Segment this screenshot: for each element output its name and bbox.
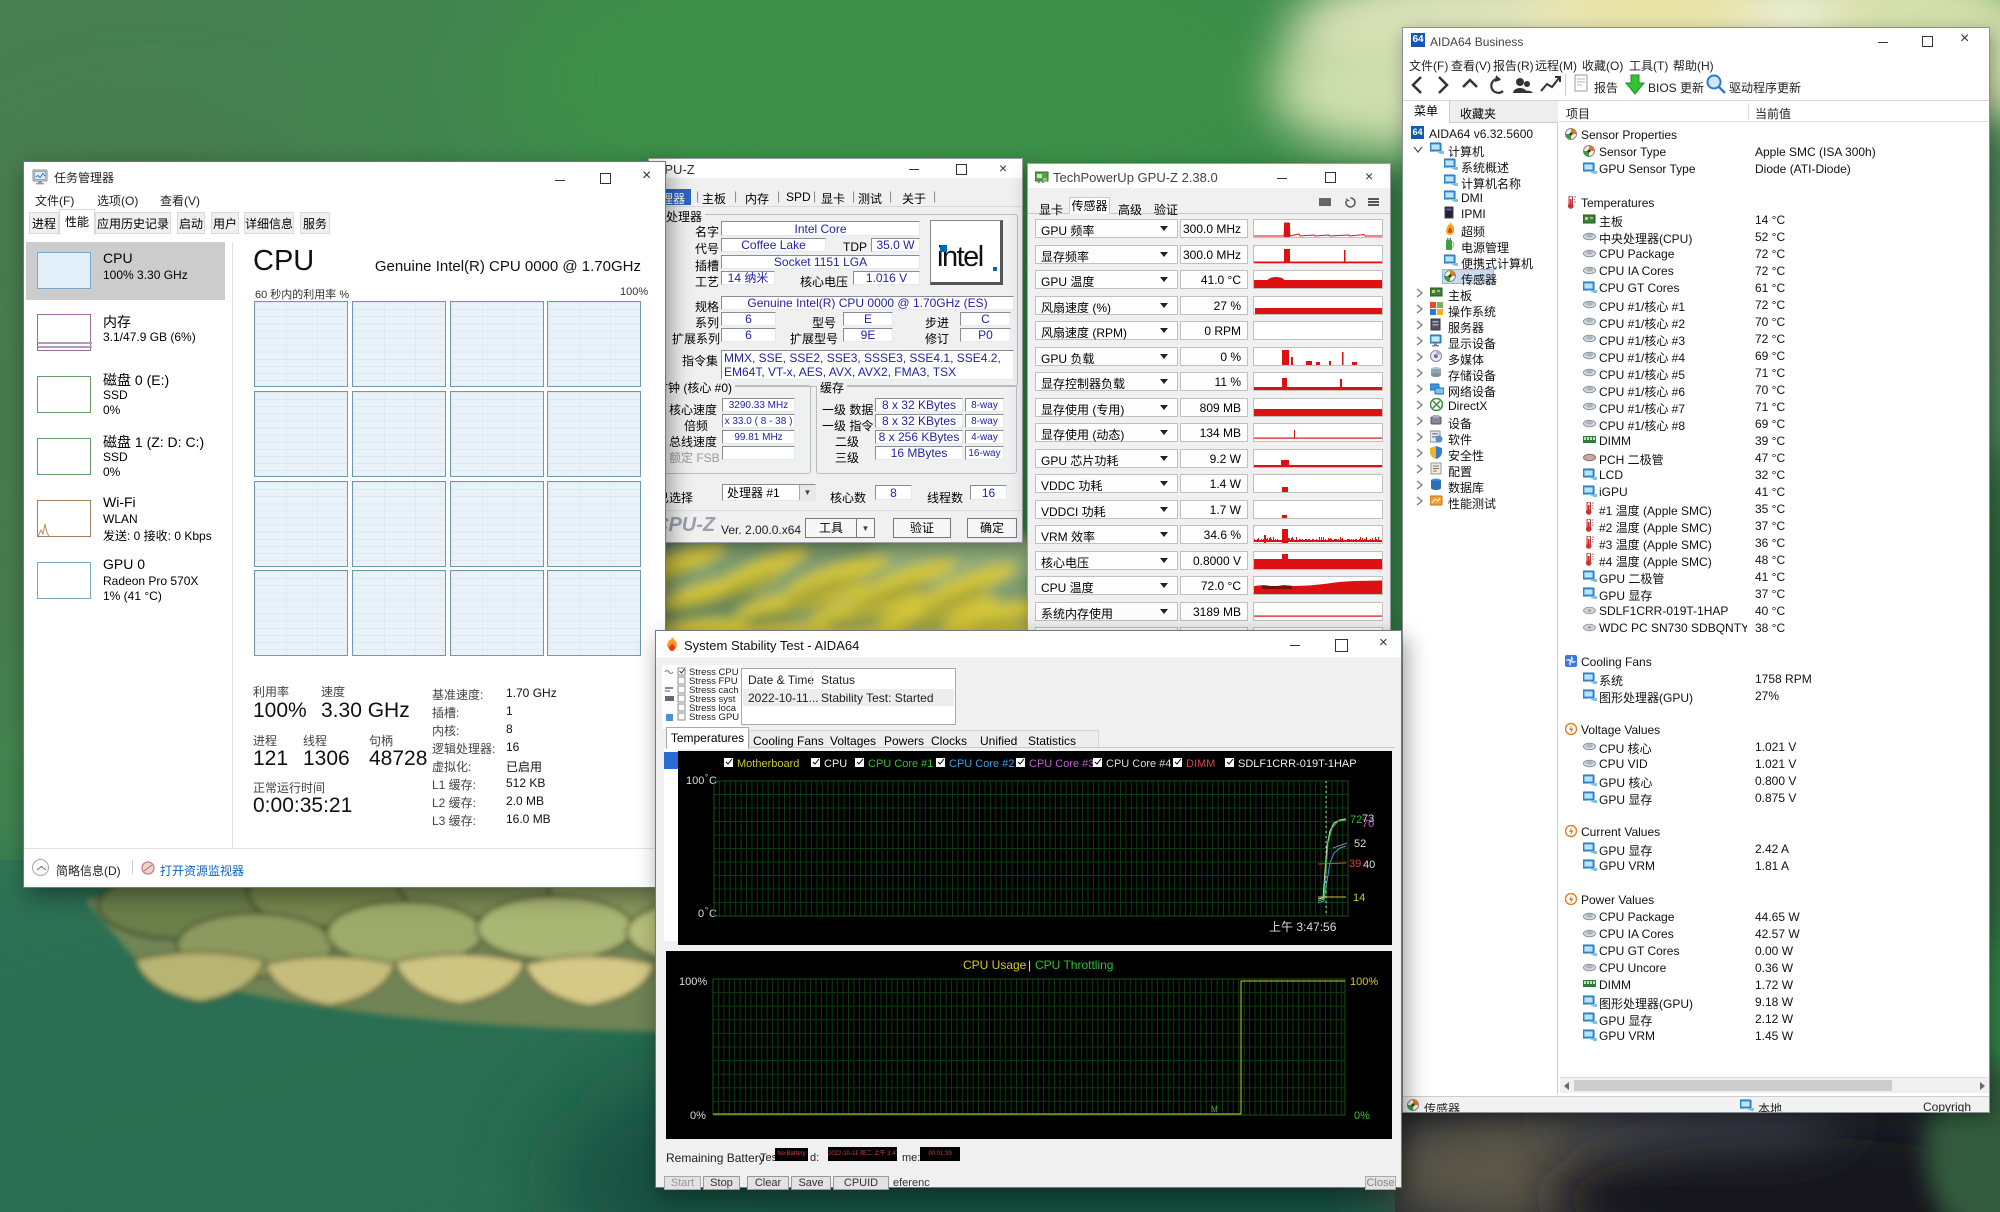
svg-text:M: M — [1211, 1105, 1218, 1114]
svg-text:SDLF1CRR-019T-1HAP: SDLF1CRR-019T-1HAP — [1238, 758, 1357, 770]
svg-text:0%: 0% — [690, 1110, 706, 1122]
svg-text:上午 3:47:56: 上午 3:47:56 — [1269, 920, 1337, 934]
svg-text:72: 72 — [1350, 814, 1362, 826]
svg-text:0%: 0% — [1354, 1110, 1370, 1122]
svg-text:52: 52 — [1354, 838, 1366, 850]
svg-text:100: 100 — [686, 775, 704, 787]
svg-text:|: | — [1028, 958, 1031, 972]
svg-text:100%: 100% — [1350, 976, 1378, 988]
svg-text:Stress GPU: Stress GPU — [689, 712, 739, 723]
svg-text:CPU Core #1: CPU Core #1 — [868, 758, 933, 770]
svg-text:39: 39 — [1349, 858, 1361, 870]
svg-text:40: 40 — [1363, 859, 1375, 871]
svg-text:CPU Throttling: CPU Throttling — [1035, 958, 1113, 972]
svg-text:CPU Core #4: CPU Core #4 — [1106, 758, 1171, 770]
svg-text:CPU Core #3: CPU Core #3 — [1029, 758, 1094, 770]
svg-text:°: ° — [705, 773, 708, 782]
svg-text:70: 70 — [1362, 818, 1374, 830]
svg-text:CPU: CPU — [824, 758, 847, 770]
svg-text:C: C — [709, 908, 717, 920]
svg-text:Motherboard: Motherboard — [737, 758, 799, 770]
svg-text:DIMM: DIMM — [1186, 758, 1215, 770]
svg-text:CPU Usage: CPU Usage — [963, 958, 1027, 972]
svg-text:°: ° — [705, 906, 708, 915]
svg-text:0: 0 — [698, 908, 704, 920]
svg-text:CPU Core #2: CPU Core #2 — [949, 758, 1014, 770]
svg-text:100%: 100% — [679, 976, 707, 988]
svg-text:14: 14 — [1353, 892, 1365, 904]
